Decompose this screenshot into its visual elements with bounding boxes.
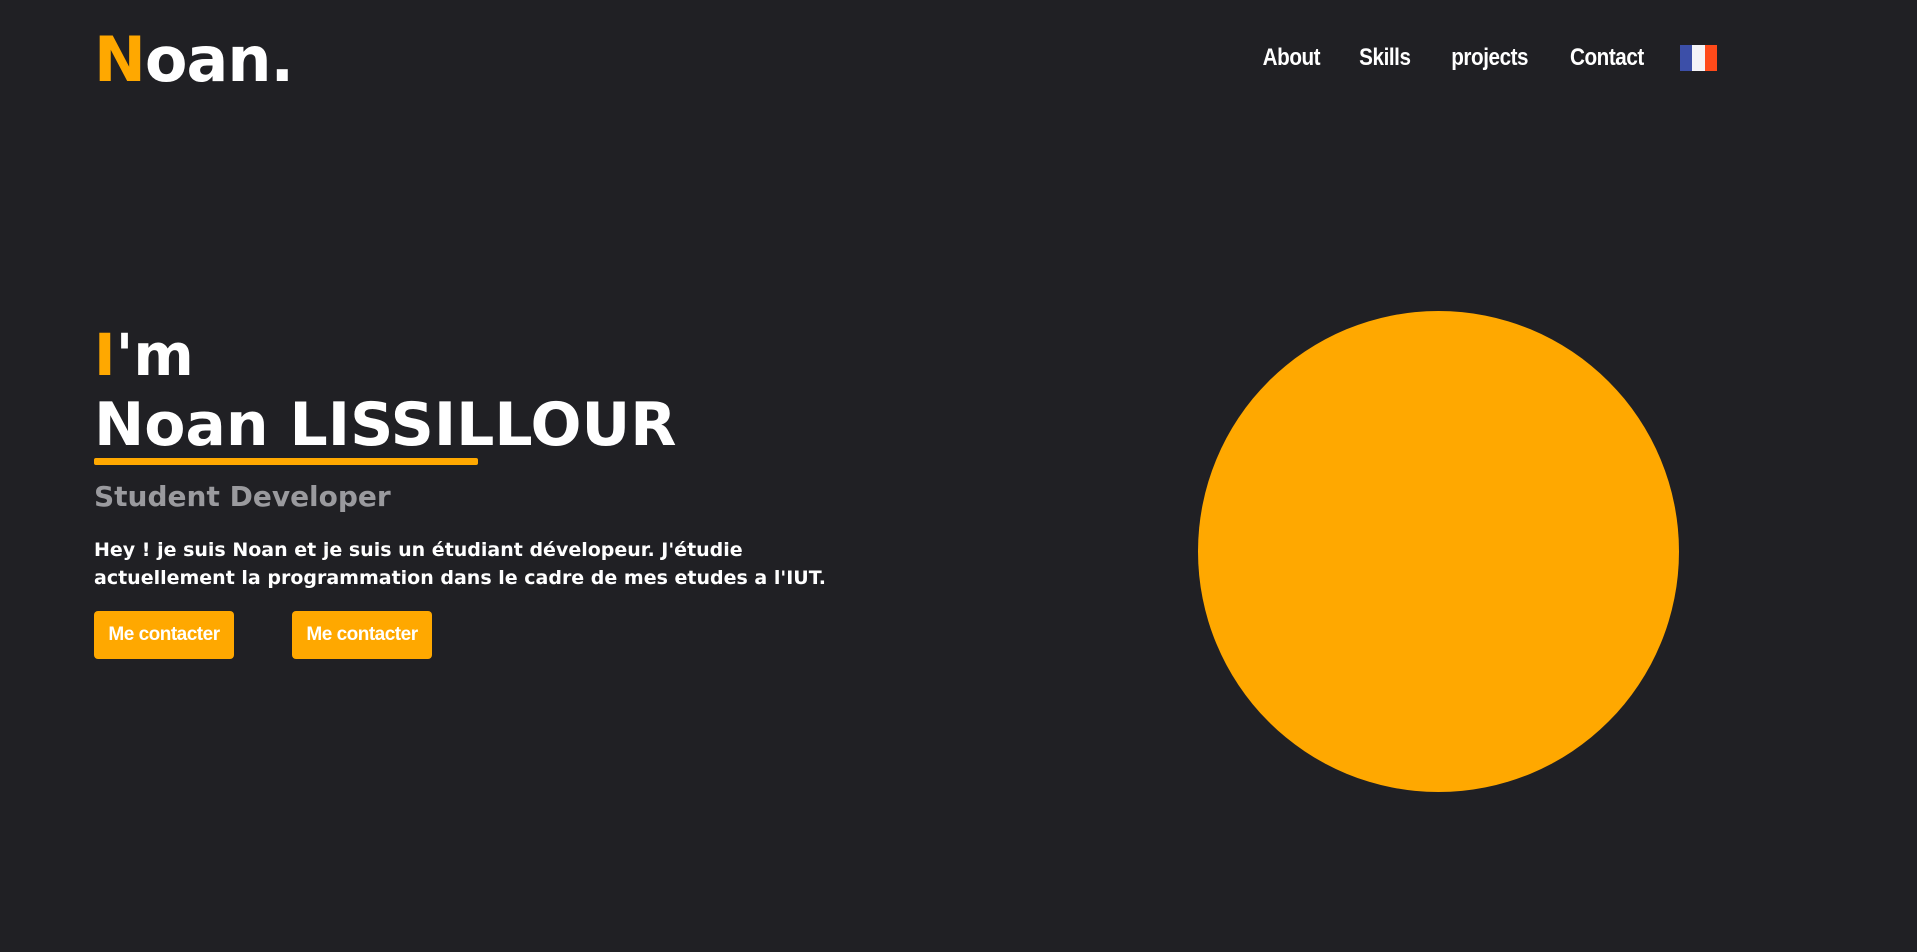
nav-link-about[interactable]: About — [1263, 44, 1321, 72]
main-nav: About Skills projects Contact — [1228, 40, 1717, 76]
nav-link-skills[interactable]: Skills — [1359, 44, 1411, 72]
contact-button-primary[interactable]: Me contacter — [94, 611, 234, 659]
hero-buttons: Me contacter Me contacter — [94, 611, 854, 659]
logo-initial: N — [94, 23, 146, 96]
contact-button-secondary[interactable]: Me contacter — [292, 611, 432, 659]
greeting-initial: I — [94, 321, 116, 389]
flag-blue-stripe — [1680, 45, 1693, 71]
hero-section: I'm Noan LISSILLOUR Student Developer He… — [94, 322, 854, 659]
hero-greeting: I'm — [94, 322, 854, 388]
name-underline — [94, 458, 478, 465]
flag-red-stripe — [1704, 45, 1717, 71]
page: Noan. About Skills projects Contact I'm … — [0, 0, 1917, 952]
hero-circle — [1198, 311, 1679, 792]
france-flag-icon[interactable] — [1680, 45, 1717, 71]
hero-subtitle: Student Developer — [94, 480, 391, 513]
nav-link-projects[interactable]: projects — [1451, 44, 1528, 72]
nav-link-contact[interactable]: Contact — [1570, 44, 1644, 72]
logo-rest: oan. — [144, 23, 294, 96]
site-logo[interactable]: Noan. — [94, 23, 294, 96]
hero-name: Noan LISSILLOUR — [94, 390, 677, 460]
flag-white-stripe — [1692, 45, 1705, 71]
hero-intro: Hey ! je suis Noan et je suis un étudian… — [94, 539, 826, 589]
greeting-rest: 'm — [115, 321, 194, 389]
